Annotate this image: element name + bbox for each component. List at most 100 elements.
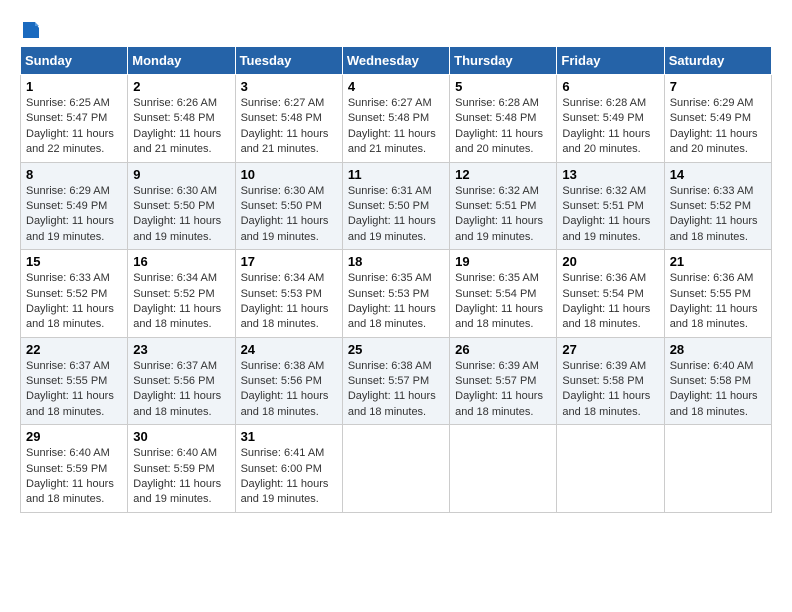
day-number: 22: [26, 342, 122, 357]
day-number: 1: [26, 79, 122, 94]
weekday-header: Thursday: [450, 47, 557, 75]
day-info: Sunrise: 6:37 AM Sunset: 5:56 PM Dayligh…: [133, 359, 229, 421]
day-number: 15: [26, 254, 122, 269]
day-info: Sunrise: 6:29 AM Sunset: 5:49 PM Dayligh…: [670, 96, 766, 158]
day-number: 9: [133, 167, 229, 182]
calendar-cell: 16 Sunrise: 6:34 AM Sunset: 5:52 PM Dayli…: [128, 250, 235, 338]
calendar-week-row: 29 Sunrise: 6:40 AM Sunset: 5:59 PM Dayli…: [21, 425, 772, 513]
day-number: 12: [455, 167, 551, 182]
calendar-cell: 26 Sunrise: 6:39 AM Sunset: 5:57 PM Dayli…: [450, 337, 557, 425]
weekday-header: Friday: [557, 47, 664, 75]
day-info: Sunrise: 6:41 AM Sunset: 6:00 PM Dayligh…: [241, 446, 337, 508]
day-number: 10: [241, 167, 337, 182]
calendar-cell: 13Sunrise: 6:32 AM Sunset: 5:51 PM Dayli…: [557, 162, 664, 250]
calendar-cell: 4 Sunrise: 6:27 AM Sunset: 5:48 PM Daylig…: [342, 75, 449, 163]
calendar-cell: [664, 425, 771, 513]
day-info: Sunrise: 6:33 AM Sunset: 5:52 PM Dayligh…: [26, 271, 122, 333]
day-info: Sunrise: 6:31 AM Sunset: 5:50 PM Dayligh…: [348, 184, 444, 246]
day-number: 7: [670, 79, 766, 94]
weekday-header: Sunday: [21, 47, 128, 75]
day-info: Sunrise: 6:32 AM Sunset: 5:51 PM Dayligh…: [562, 184, 658, 246]
weekday-header: Saturday: [664, 47, 771, 75]
calendar-cell: 11 Sunrise: 6:31 AM Sunset: 5:50 PM Dayli…: [342, 162, 449, 250]
weekday-header: Monday: [128, 47, 235, 75]
day-info: Sunrise: 6:39 AM Sunset: 5:58 PM Dayligh…: [562, 359, 658, 421]
calendar-cell: 5 Sunrise: 6:28 AM Sunset: 5:48 PM Daylig…: [450, 75, 557, 163]
calendar-cell: 2 Sunrise: 6:26 AM Sunset: 5:48 PM Daylig…: [128, 75, 235, 163]
day-info: Sunrise: 6:40 AM Sunset: 5:59 PM Dayligh…: [133, 446, 229, 508]
day-info: Sunrise: 6:28 AM Sunset: 5:48 PM Dayligh…: [455, 96, 551, 158]
calendar-cell: [557, 425, 664, 513]
calendar-cell: 22Sunrise: 6:37 AM Sunset: 5:55 PM Dayli…: [21, 337, 128, 425]
day-number: 26: [455, 342, 551, 357]
calendar-cell: 23 Sunrise: 6:37 AM Sunset: 5:56 PM Dayli…: [128, 337, 235, 425]
day-info: Sunrise: 6:27 AM Sunset: 5:48 PM Dayligh…: [348, 96, 444, 158]
day-number: 5: [455, 79, 551, 94]
day-info: Sunrise: 6:33 AM Sunset: 5:52 PM Dayligh…: [670, 184, 766, 246]
calendar-cell: 31Sunrise: 6:41 AM Sunset: 6:00 PM Dayli…: [235, 425, 342, 513]
day-info: Sunrise: 6:35 AM Sunset: 5:54 PM Dayligh…: [455, 271, 551, 333]
day-info: Sunrise: 6:30 AM Sunset: 5:50 PM Dayligh…: [133, 184, 229, 246]
weekday-header: Wednesday: [342, 47, 449, 75]
day-number: 23: [133, 342, 229, 357]
day-info: Sunrise: 6:32 AM Sunset: 5:51 PM Dayligh…: [455, 184, 551, 246]
calendar-header-row: SundayMondayTuesdayWednesdayThursdayFrid…: [21, 47, 772, 75]
day-number: 4: [348, 79, 444, 94]
day-number: 27: [562, 342, 658, 357]
day-number: 6: [562, 79, 658, 94]
page-header: [20, 20, 772, 36]
day-number: 19: [455, 254, 551, 269]
day-info: Sunrise: 6:39 AM Sunset: 5:57 PM Dayligh…: [455, 359, 551, 421]
calendar-cell: 6Sunrise: 6:28 AM Sunset: 5:49 PM Daylig…: [557, 75, 664, 163]
calendar-cell: 29 Sunrise: 6:40 AM Sunset: 5:59 PM Dayli…: [21, 425, 128, 513]
calendar-cell: 30 Sunrise: 6:40 AM Sunset: 5:59 PM Dayli…: [128, 425, 235, 513]
calendar-cell: [450, 425, 557, 513]
day-info: Sunrise: 6:26 AM Sunset: 5:48 PM Dayligh…: [133, 96, 229, 158]
calendar-cell: 27 Sunrise: 6:39 AM Sunset: 5:58 PM Dayli…: [557, 337, 664, 425]
calendar-cell: 17Sunrise: 6:34 AM Sunset: 5:53 PM Dayli…: [235, 250, 342, 338]
day-info: Sunrise: 6:30 AM Sunset: 5:50 PM Dayligh…: [241, 184, 337, 246]
calendar-cell: 24 Sunrise: 6:38 AM Sunset: 5:56 PM Dayli…: [235, 337, 342, 425]
day-number: 28: [670, 342, 766, 357]
logo: [20, 20, 42, 36]
calendar-cell: 20 Sunrise: 6:36 AM Sunset: 5:54 PM Dayli…: [557, 250, 664, 338]
day-number: 11: [348, 167, 444, 182]
day-number: 30: [133, 429, 229, 444]
day-info: Sunrise: 6:38 AM Sunset: 5:57 PM Dayligh…: [348, 359, 444, 421]
day-number: 21: [670, 254, 766, 269]
day-number: 29: [26, 429, 122, 444]
logo-icon: [21, 20, 41, 40]
day-number: 18: [348, 254, 444, 269]
day-info: Sunrise: 6:38 AM Sunset: 5:56 PM Dayligh…: [241, 359, 337, 421]
calendar-table: SundayMondayTuesdayWednesdayThursdayFrid…: [20, 46, 772, 513]
day-number: 17: [241, 254, 337, 269]
calendar-cell: 14Sunrise: 6:33 AM Sunset: 5:52 PM Dayli…: [664, 162, 771, 250]
calendar-week-row: 1 Sunrise: 6:25 AM Sunset: 5:47 PM Daylig…: [21, 75, 772, 163]
calendar-cell: 25Sunrise: 6:38 AM Sunset: 5:57 PM Dayli…: [342, 337, 449, 425]
day-number: 20: [562, 254, 658, 269]
day-info: Sunrise: 6:36 AM Sunset: 5:54 PM Dayligh…: [562, 271, 658, 333]
calendar-week-row: 22Sunrise: 6:37 AM Sunset: 5:55 PM Dayli…: [21, 337, 772, 425]
calendar-cell: 3 Sunrise: 6:27 AM Sunset: 5:48 PM Daylig…: [235, 75, 342, 163]
day-info: Sunrise: 6:25 AM Sunset: 5:47 PM Dayligh…: [26, 96, 122, 158]
day-number: 16: [133, 254, 229, 269]
day-info: Sunrise: 6:35 AM Sunset: 5:53 PM Dayligh…: [348, 271, 444, 333]
day-number: 2: [133, 79, 229, 94]
calendar-cell: 28 Sunrise: 6:40 AM Sunset: 5:58 PM Dayli…: [664, 337, 771, 425]
calendar-cell: [342, 425, 449, 513]
day-info: Sunrise: 6:29 AM Sunset: 5:49 PM Dayligh…: [26, 184, 122, 246]
calendar-cell: 10 Sunrise: 6:30 AM Sunset: 5:50 PM Dayli…: [235, 162, 342, 250]
calendar-cell: 15 Sunrise: 6:33 AM Sunset: 5:52 PM Dayli…: [21, 250, 128, 338]
day-info: Sunrise: 6:36 AM Sunset: 5:55 PM Dayligh…: [670, 271, 766, 333]
day-number: 24: [241, 342, 337, 357]
calendar-cell: 9 Sunrise: 6:30 AM Sunset: 5:50 PM Daylig…: [128, 162, 235, 250]
day-info: Sunrise: 6:40 AM Sunset: 5:58 PM Dayligh…: [670, 359, 766, 421]
calendar-cell: 1 Sunrise: 6:25 AM Sunset: 5:47 PM Daylig…: [21, 75, 128, 163]
calendar-week-row: 8Sunrise: 6:29 AM Sunset: 5:49 PM Daylig…: [21, 162, 772, 250]
day-info: Sunrise: 6:27 AM Sunset: 5:48 PM Dayligh…: [241, 96, 337, 158]
day-info: Sunrise: 6:34 AM Sunset: 5:52 PM Dayligh…: [133, 271, 229, 333]
calendar-body: 1 Sunrise: 6:25 AM Sunset: 5:47 PM Daylig…: [21, 75, 772, 513]
day-info: Sunrise: 6:40 AM Sunset: 5:59 PM Dayligh…: [26, 446, 122, 508]
day-number: 3: [241, 79, 337, 94]
calendar-cell: 21 Sunrise: 6:36 AM Sunset: 5:55 PM Dayli…: [664, 250, 771, 338]
